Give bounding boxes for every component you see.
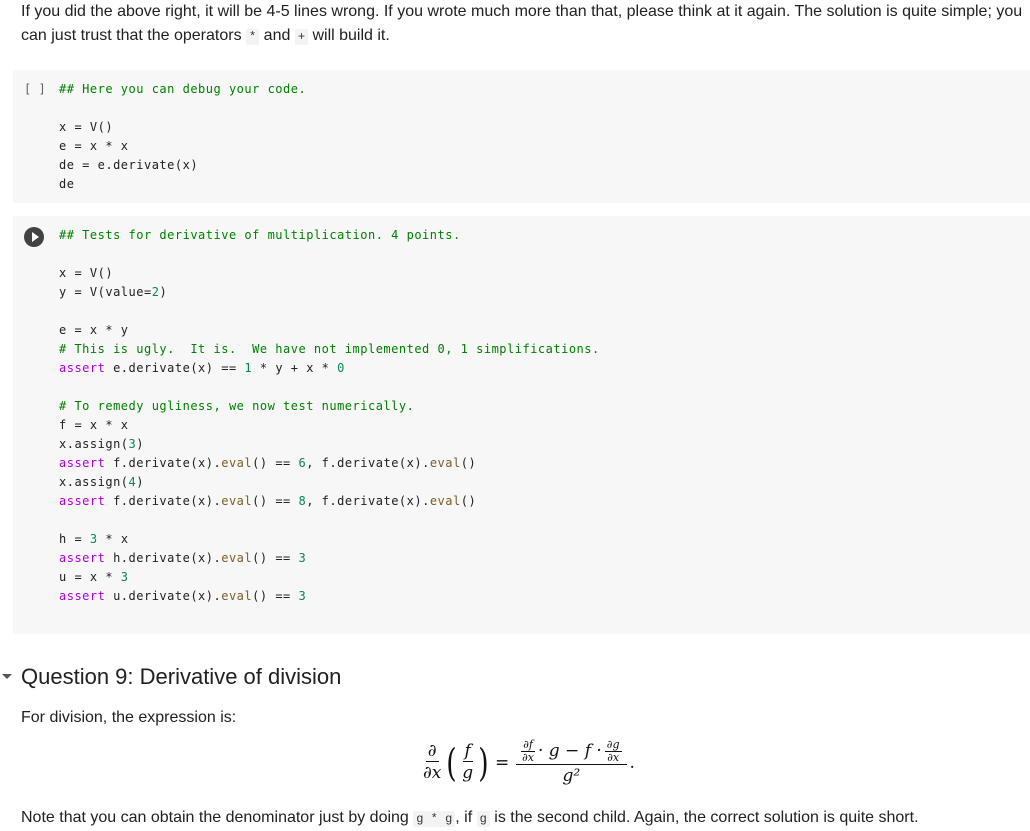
formula-term: ∂g bbox=[604, 737, 622, 752]
note-text: , if bbox=[455, 809, 477, 826]
note-text: Note that you can obtain the denominator… bbox=[21, 809, 414, 826]
code-function: eval bbox=[221, 456, 253, 470]
division-derivative-formula: ∂ ∂x ( f g ) = ∂f ∂x · g − f · ∂g ∂x g² . bbox=[420, 738, 635, 787]
df-dx: ∂f ∂x bbox=[521, 737, 535, 764]
code-text: () bbox=[460, 494, 477, 508]
code-editor[interactable]: ## Here you can debug your code. x = V()… bbox=[59, 80, 306, 194]
collapse-section-icon[interactable] bbox=[2, 674, 12, 679]
code-keyword: assert bbox=[59, 551, 106, 565]
code-text: * y + x * bbox=[252, 361, 338, 375]
code-text: h = bbox=[59, 532, 90, 546]
formula-numerator: ∂f ∂x · g − f · ∂g ∂x bbox=[516, 737, 627, 765]
intro-line-1: If you did the above right, it will be 4… bbox=[21, 3, 1023, 20]
intro-text: can just trust that the operators bbox=[21, 27, 247, 44]
code-cell-debug[interactable]: [ ] ## Here you can debug your code. x =… bbox=[13, 70, 1030, 203]
code-text: * x bbox=[97, 532, 129, 546]
formula-term: f bbox=[462, 741, 473, 762]
code-line: e = x * y bbox=[59, 323, 129, 337]
code-text: x.assign( bbox=[59, 437, 129, 451]
inline-code-g-times-g: g * g bbox=[413, 811, 456, 827]
intro-text: and bbox=[259, 27, 295, 44]
formula-term: ∂x bbox=[423, 763, 442, 783]
code-text: , f.derivate(x). bbox=[306, 494, 430, 508]
inline-code-plus: + bbox=[294, 29, 309, 45]
inline-code-g: g bbox=[476, 811, 490, 827]
formula-term: ∂f bbox=[521, 737, 535, 752]
code-text: ) bbox=[136, 475, 144, 489]
code-text: h.derivate(x). bbox=[105, 551, 222, 565]
right-paren: ) bbox=[478, 740, 489, 785]
code-number: 3 bbox=[89, 532, 98, 546]
code-text: , f.derivate(x). bbox=[306, 456, 430, 470]
code-keyword: assert bbox=[59, 494, 106, 508]
code-number: 3 bbox=[298, 551, 307, 565]
formula-period: . bbox=[629, 752, 635, 773]
formula-term: ∂x bbox=[607, 750, 620, 764]
inline-code-star: * bbox=[246, 29, 260, 45]
code-cell-tests[interactable]: ## Tests for derivative of multiplicatio… bbox=[13, 216, 1030, 634]
code-text: () == bbox=[252, 589, 299, 603]
code-function: eval bbox=[221, 551, 253, 565]
partial-operator: ∂ ∂x bbox=[423, 741, 441, 784]
f-over-g: f g bbox=[462, 741, 473, 784]
note-text: is the second child. Again, the correct … bbox=[489, 809, 919, 826]
code-text: ) bbox=[159, 285, 168, 299]
code-line: de bbox=[59, 177, 75, 191]
code-line: de = e.derivate(x) bbox=[59, 158, 199, 172]
code-keyword: assert bbox=[59, 456, 106, 470]
formula-term: ∂x bbox=[522, 750, 535, 764]
quotient-rule-fraction: ∂f ∂x · g − f · ∂g ∂x g² bbox=[516, 737, 627, 787]
left-paren: ( bbox=[446, 740, 457, 785]
code-comment: # To remedy ugliness, we now test numeri… bbox=[59, 399, 415, 413]
code-line: x = V() bbox=[59, 266, 114, 280]
code-text: x.assign( bbox=[59, 475, 129, 489]
code-number: 3 bbox=[298, 589, 307, 603]
section-paragraph: For division, the expression is: bbox=[21, 709, 237, 726]
code-text: () == bbox=[252, 494, 299, 508]
formula-term: ∂ bbox=[425, 741, 439, 762]
code-keyword: assert bbox=[59, 361, 106, 375]
code-text: u.derivate(x). bbox=[105, 589, 222, 603]
section-heading: Question 9: Derivative of division bbox=[21, 664, 342, 689]
code-comment: # This is ugly. It is. We have not imple… bbox=[59, 342, 600, 356]
code-text: () == bbox=[252, 551, 299, 565]
dg-dx: ∂g ∂x bbox=[604, 737, 622, 764]
code-function: eval bbox=[429, 456, 461, 470]
code-text: u = x * bbox=[59, 570, 121, 584]
code-function: eval bbox=[221, 589, 253, 603]
code-editor[interactable]: ## Tests for derivative of multiplicatio… bbox=[59, 226, 600, 606]
code-comment: ## Tests for derivative of multiplicatio… bbox=[59, 228, 461, 242]
code-text: () bbox=[460, 456, 477, 470]
code-text: f.derivate(x). bbox=[105, 494, 222, 508]
code-text: f.derivate(x). bbox=[105, 456, 222, 470]
code-line: x = V() bbox=[59, 120, 114, 134]
formula-equals: = bbox=[494, 752, 510, 773]
formula-denominator: g² bbox=[562, 766, 581, 786]
code-comment: ## Here you can debug your code. bbox=[59, 82, 307, 96]
cell-execution-count[interactable]: [ ] bbox=[24, 80, 46, 99]
code-text: ) bbox=[136, 437, 144, 451]
code-line: e = x * x bbox=[59, 139, 129, 153]
code-number: 3 bbox=[120, 570, 129, 584]
code-text: () == bbox=[252, 456, 299, 470]
code-text: e.derivate(x) == bbox=[105, 361, 245, 375]
run-cell-button[interactable] bbox=[24, 227, 44, 247]
code-number: 0 bbox=[337, 361, 345, 375]
formula-term: g bbox=[462, 763, 474, 783]
note-paragraph: Note that you can obtain the denominator… bbox=[21, 806, 919, 831]
code-line: f = x * x bbox=[59, 418, 129, 432]
formula-term: · g − f · bbox=[537, 741, 602, 761]
intro-paragraph: If you did the above right, it will be 4… bbox=[21, 0, 1026, 49]
code-keyword: assert bbox=[59, 589, 106, 603]
code-function: eval bbox=[429, 494, 461, 508]
code-text: y = V(value= bbox=[59, 285, 152, 299]
code-number: 1 bbox=[244, 361, 253, 375]
intro-text: will build it. bbox=[308, 27, 390, 44]
code-function: eval bbox=[221, 494, 253, 508]
